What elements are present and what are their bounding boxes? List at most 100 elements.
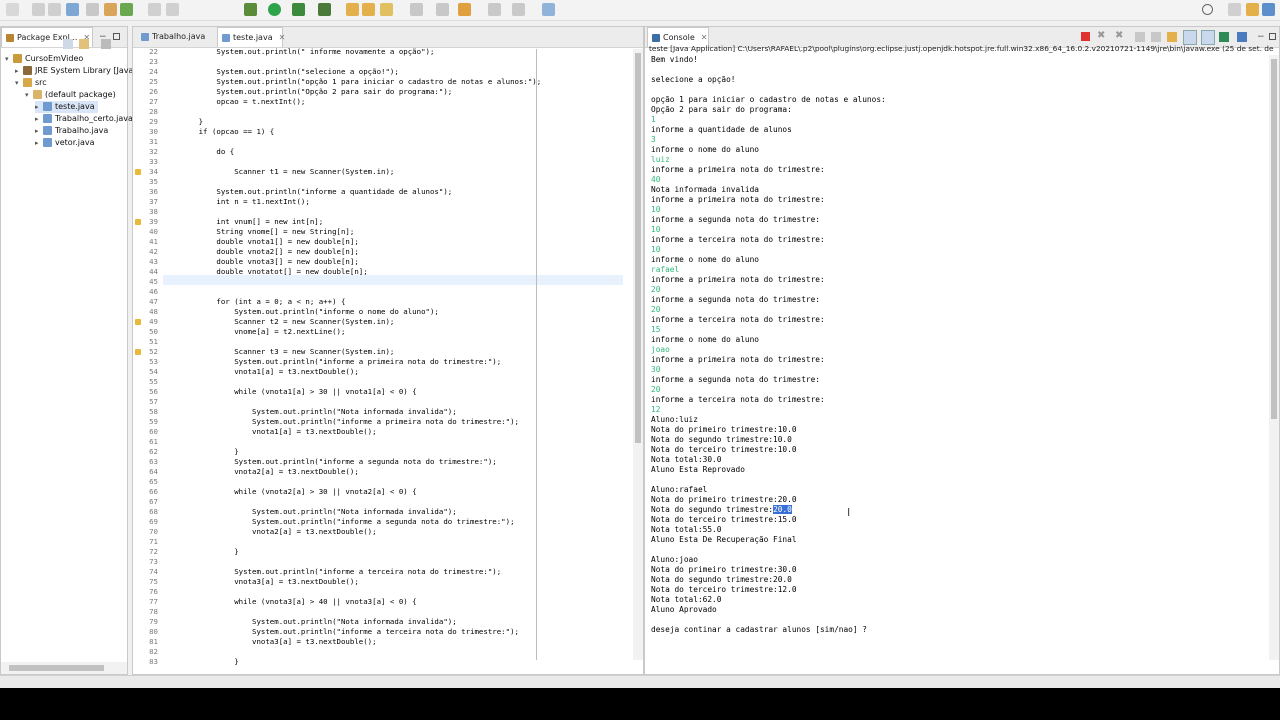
view-menu-icon[interactable] [101,39,111,49]
tree-item[interactable]: ▾ CursoEmVideo [5,53,83,65]
remove-all-icon[interactable]: ✖ [1115,31,1123,41]
terminate-icon[interactable] [148,3,161,16]
run-icon[interactable] [268,3,281,16]
tree-item-label: (default package) [45,90,116,99]
line-number: 67 [149,497,158,506]
tab-teste-java[interactable]: teste.java ✕ [217,27,286,47]
console-output[interactable]: Bem vindo! selecione a opção! opção 1 para… [645,55,1267,660]
perspective-icon[interactable] [1228,3,1241,16]
collapse-all-icon[interactable] [63,39,73,49]
debug-icon[interactable] [244,3,257,16]
editor-panel: Trabalho.java teste.java ✕ 22 23 24 25 26 27 28… [132,26,644,675]
last-edit-icon[interactable] [458,3,471,16]
new-class-icon[interactable] [380,3,393,16]
console-output-line: Nota do segundo trimestre:20.0 [651,575,792,584]
console-input-line: 10 [651,225,660,234]
code-line: opcao = t.nextInt(); [163,97,306,106]
close-icon[interactable]: ✕ [279,33,286,42]
new-package-icon[interactable] [362,3,375,16]
clear-console-icon[interactable] [1135,32,1145,42]
code-line: } [163,547,239,556]
remove-launch-icon[interactable]: ✖ [1097,31,1105,41]
console-line-text: Aluno:joao [651,555,698,564]
collapsed-icon[interactable]: ▸ [35,113,43,125]
console-input-line: 40 [651,175,660,184]
warning-icon[interactable] [135,349,141,355]
console-output-line: informe a primeira nota do trimestre: [651,195,825,204]
maximize-icon[interactable] [113,33,120,40]
expanded-icon[interactable]: ▾ [15,77,23,89]
tree-item[interactable]: ▸ vetor.java [35,137,95,149]
horizontal-scrollbar[interactable] [1,662,127,674]
display-console-icon[interactable] [1237,32,1247,42]
close-icon[interactable]: ✕ [701,33,708,42]
terminate-icon[interactable] [1081,32,1090,41]
show-stdout-icon[interactable] [1183,30,1197,45]
collapsed-icon[interactable]: ▸ [15,65,23,77]
java-perspective-icon[interactable] [1262,3,1275,16]
code-area[interactable]: System.out.println(" informe novamente a… [161,47,633,666]
console-line-text: luiz [651,155,670,164]
tree-item[interactable]: ▸ teste.java [35,101,98,113]
build-icon[interactable] [104,3,117,16]
java-file-icon [43,102,52,111]
tree-item[interactable]: ▸ Trabalho_certo.java [35,113,133,125]
java-ee-perspective-icon[interactable] [1246,3,1259,16]
word-wrap-icon[interactable] [1167,32,1177,42]
link-with-editor-icon[interactable] [79,39,89,49]
external-tools-icon[interactable] [318,3,331,16]
save-all-icon[interactable] [48,3,61,16]
forward-icon[interactable] [512,3,525,16]
warning-icon[interactable] [135,319,141,325]
pin-console-icon[interactable] [1219,32,1229,42]
scrollbar-thumb[interactable] [635,53,641,443]
show-stderr-icon[interactable] [1201,30,1215,45]
console-line-text: informe o nome do aluno [651,145,759,154]
code-line: System.out.println("informe a quantidade… [163,187,453,196]
console-line-text: 3 [651,135,656,144]
save-icon[interactable] [32,3,45,16]
line-number: 38 [149,207,158,216]
maximize-icon[interactable] [1269,33,1276,40]
line-number: 60 [149,427,158,436]
search-icon[interactable] [1202,4,1213,15]
prev-annotation-icon[interactable] [436,3,449,16]
warning-icon[interactable] [135,219,141,225]
expanded-icon[interactable]: ▾ [5,53,13,65]
editor-vertical-scrollbar[interactable] [633,49,643,660]
collapsed-icon[interactable]: ▸ [35,125,43,137]
skip-breakpoints-icon[interactable] [86,3,99,16]
disconnect-icon[interactable] [166,3,179,16]
collapsed-icon[interactable]: ▸ [35,101,43,113]
new-java-project-icon[interactable] [346,3,359,16]
console-line-text: Nota do segundo trimestre: [651,505,774,514]
code-line: vnota3[a] = t3.nextDouble(); [163,637,377,646]
pin-editor-icon[interactable] [542,3,555,16]
next-annotation-icon[interactable] [410,3,423,16]
coverage-icon[interactable] [292,3,305,16]
selected-text[interactable]: 20.0 [773,505,792,514]
line-number: 43 [149,257,158,266]
tree-item[interactable]: ▾ (default package) [25,89,116,101]
warning-icon[interactable] [135,169,141,175]
expanded-icon[interactable]: ▾ [25,89,33,101]
console-output-line: Aluno Esta Reprovado [651,465,745,474]
scroll-lock-icon[interactable] [1151,32,1161,42]
console-line-text: 10 [651,225,661,234]
collapsed-icon[interactable]: ▸ [35,137,43,149]
console-output-line: Aluno:luiz [651,415,698,424]
console-line-text: 1 [651,115,656,124]
back-icon[interactable] [488,3,501,16]
console-output-line: Nota do terceiro trimestre:15.0 [651,515,797,524]
line-number: 80 [149,627,158,636]
new-icon[interactable] [6,3,19,16]
open-type-icon[interactable] [66,3,79,16]
scrollbar-thumb[interactable] [9,665,104,671]
console-vertical-scrollbar[interactable] [1269,55,1279,660]
tree-item[interactable]: ▾ src [15,77,47,89]
refresh-icon[interactable] [120,3,133,16]
tab-trabalho-java[interactable]: Trabalho.java [137,27,221,47]
tree-item[interactable]: ▸ Trabalho.java [35,125,108,137]
tree-item[interactable]: ▸ JRE System Library [JavaSE [15,65,144,77]
scrollbar-thumb[interactable] [1271,59,1277,419]
